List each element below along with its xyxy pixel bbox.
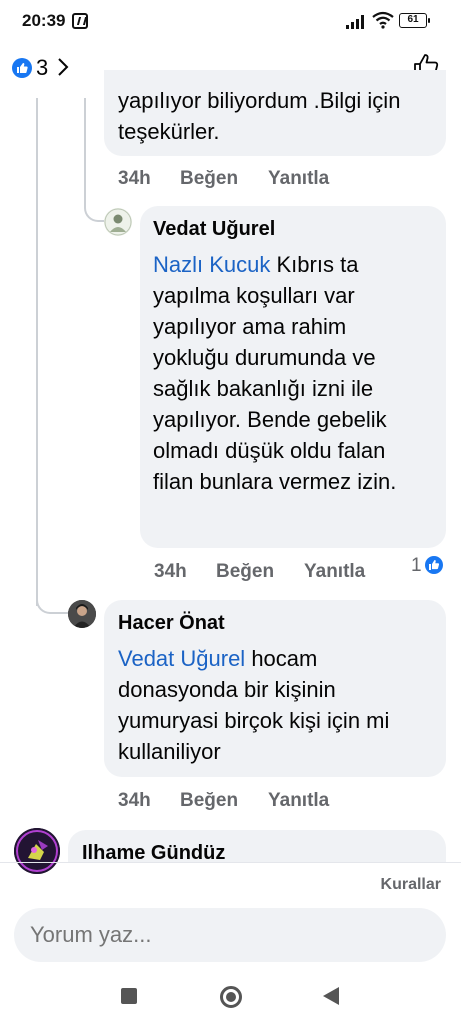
comment-time: 34h <box>154 561 187 582</box>
comment-time: 34h <box>118 168 151 189</box>
comment-body: Kıbrıs ta yapılma koşulları var yapılıyo… <box>153 252 397 494</box>
comment-text: yapılıyor biliyordum .Bilgi için teşekür… <box>118 88 401 144</box>
comment-text: Vedat Uğurel hocam donasyonda bir kişini… <box>118 643 428 767</box>
reply-button[interactable]: Yanıtla <box>268 790 329 812</box>
divider <box>0 862 461 863</box>
comment-actions: 34h Beğen Yanıtla <box>118 790 418 814</box>
like-button[interactable]: Beğen <box>180 790 238 812</box>
rules-link[interactable]: Kurallar <box>381 876 441 894</box>
like-button[interactable]: Beğen <box>216 561 274 583</box>
thread-line-curve <box>36 590 68 614</box>
reply-button[interactable]: Yanıtla <box>304 561 365 583</box>
reply-button[interactable]: Yanıtla <box>268 168 329 190</box>
comment-actions: 34h Beğen Yanıtla <box>118 168 418 192</box>
avatar[interactable] <box>14 828 60 874</box>
nfc-icon <box>72 13 88 29</box>
recent-apps-icon[interactable] <box>121 988 137 1004</box>
back-icon[interactable] <box>323 987 339 1005</box>
mention-link[interactable]: Nazlı Kucuk <box>153 252 270 277</box>
like-button[interactable]: Beğen <box>180 168 238 190</box>
like-reaction-icon[interactable] <box>12 58 32 78</box>
comment-bubble[interactable]: yapılıyor biliyordum .Bilgi için teşekür… <box>104 70 446 156</box>
thread-line-curve <box>84 190 104 222</box>
like-reaction-icon <box>425 556 443 574</box>
reaction-count[interactable]: 3 <box>36 55 48 81</box>
wifi-icon <box>372 11 394 29</box>
signal-icon <box>346 15 364 29</box>
avatar[interactable] <box>68 600 96 628</box>
comment-bubble[interactable]: Hacer Önat Vedat Uğurel hocam donasyonda… <box>104 600 446 777</box>
comment-time: 34h <box>118 790 151 811</box>
comment-author[interactable]: Hacer Önat <box>118 612 225 635</box>
avatar[interactable] <box>104 208 132 236</box>
home-icon[interactable] <box>220 986 242 1008</box>
comment-bubble[interactable]: Vedat Uğurel Nazlı Kucuk Kıbrıs ta yapıl… <box>140 206 446 548</box>
comment-author[interactable]: Vedat Uğurel <box>153 218 275 241</box>
mention-link[interactable]: Vedat Uğurel <box>118 646 245 671</box>
like-count-value: 1 <box>411 555 422 576</box>
status-bar: 20:39 61 <box>0 0 461 40</box>
comment-bubble[interactable]: Ilhame Gündüz <box>68 830 446 862</box>
comment-author[interactable]: Ilhame Gündüz <box>82 842 225 862</box>
comment-like-count[interactable]: 1 <box>411 555 447 577</box>
comment-input[interactable] <box>14 908 446 962</box>
chevron-right-icon[interactable] <box>56 56 70 78</box>
battery-icon: 61 <box>399 13 430 28</box>
thread-line <box>36 98 38 606</box>
thread-line <box>84 98 86 198</box>
status-time: 20:39 <box>22 11 66 30</box>
comment-actions: 34h Beğen Yanıtla <box>154 561 454 585</box>
navigation-bar <box>0 970 461 1024</box>
comment-text: Nazlı Kucuk Kıbrıs ta yapılma koşulları … <box>153 249 425 497</box>
